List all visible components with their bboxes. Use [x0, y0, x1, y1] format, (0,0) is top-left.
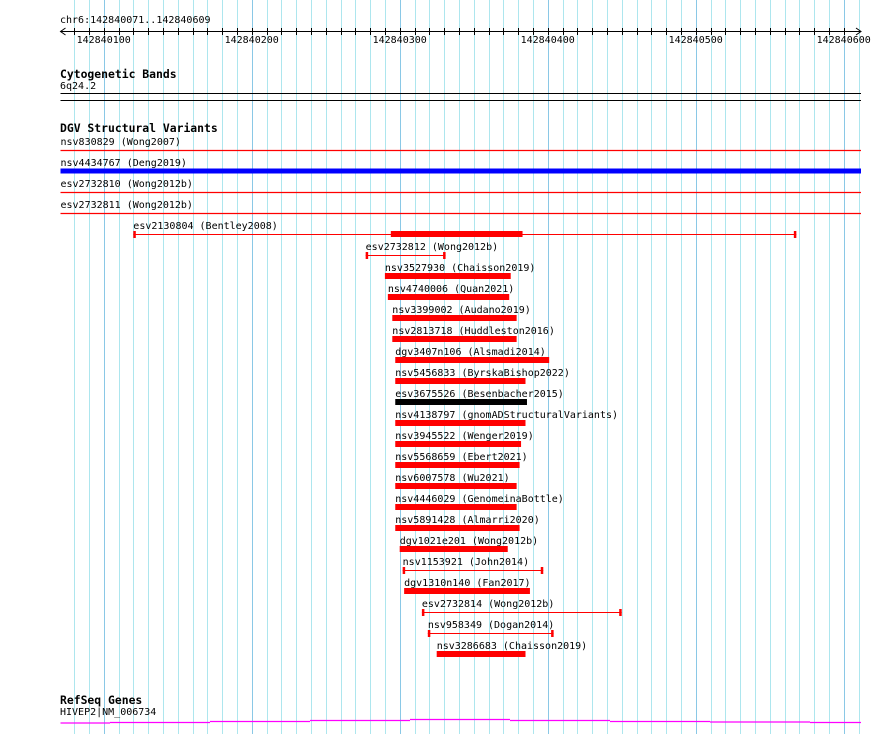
variant-bar: [395, 399, 527, 405]
variant-label[interactable]: nsv3286683 (Chaisson2019): [437, 641, 588, 652]
variant-label[interactable]: esv3675526 (Besenbacher2015): [395, 389, 564, 400]
variant-glyph[interactable]: [404, 588, 530, 594]
variant-bar: [387, 294, 510, 300]
variant-bar: [399, 546, 508, 552]
variant-bar: [392, 336, 517, 342]
variant-start-cap: [427, 630, 431, 637]
variant-end-cap: [619, 609, 622, 616]
variant-thick-part: [390, 231, 523, 237]
variant-label[interactable]: nsv3399002 (Audano2019): [392, 305, 530, 316]
variant-label[interactable]: esv2732812 (Wong2012b): [366, 242, 498, 253]
variant-bar: [395, 441, 522, 447]
variant-glyph[interactable]: [402, 567, 544, 574]
ruler-tick-label: 142840600: [816, 35, 871, 46]
variant-bar: [395, 525, 520, 531]
variant-glyph[interactable]: [392, 315, 517, 321]
variant-label[interactable]: nsv4740006 (Quan2021): [388, 284, 514, 295]
variant-bar: [404, 588, 530, 594]
variant-glyph[interactable]: [387, 294, 510, 300]
variant-label[interactable]: nsv5568659 (Ebert2021): [395, 452, 527, 463]
variant-label[interactable]: nsv5456833 (ByrskaBishop2022): [395, 368, 570, 379]
variant-bar: [395, 462, 520, 468]
variant-end-cap: [793, 231, 797, 238]
variant-label[interactable]: nsv3527930 (Chaisson2019): [385, 263, 536, 274]
variant-glyph[interactable]: [395, 462, 520, 468]
variant-bar: [395, 378, 526, 384]
ruler-tick-label: 142840200: [224, 35, 279, 46]
variant-glyph[interactable]: [395, 420, 526, 426]
genome-browser-view: chr6:142840071..142840609 142840100 14284…: [0, 0, 890, 734]
variant-glyph[interactable]: [395, 399, 527, 405]
variant-start-cap: [365, 252, 369, 259]
variant-glyph[interactable]: [392, 336, 517, 342]
variant-label[interactable]: nsv958349 (Dogan2014): [428, 620, 554, 631]
variant-label[interactable]: esv2130804 (Bentley2008): [133, 221, 278, 232]
variant-label[interactable]: dgv3407n106 (Alsmadi2014): [395, 347, 546, 358]
variant-start-cap: [402, 567, 406, 574]
variant-start-cap: [421, 609, 425, 616]
variant-label[interactable]: esv2732810 (Wong2012b): [61, 179, 193, 190]
variant-glyph[interactable]: [395, 357, 550, 363]
variant-glyph[interactable]: [395, 441, 522, 447]
variant-start-cap: [133, 231, 136, 238]
variant-bar: [395, 420, 526, 426]
variant-bar: [60, 168, 861, 174]
variant-label[interactable]: nsv4446029 (GenomeinaBottle): [395, 494, 564, 505]
variant-label[interactable]: nsv2813718 (Huddleston2016): [392, 326, 555, 337]
ruler[interactable]: [59, 27, 862, 36]
cytoband-track-title: Cytogenetic Bands: [60, 67, 177, 81]
dgv-track-title: DGV Structural Variants: [60, 121, 218, 135]
refseq-gene-label[interactable]: HIVEP2|NM_006734: [60, 707, 156, 718]
ruler-tick-label: 142840500: [668, 35, 723, 46]
variant-glyph[interactable]: [395, 525, 520, 531]
variant-label[interactable]: esv2732811 (Wong2012b): [61, 200, 193, 211]
variant-label[interactable]: esv2732814 (Wong2012b): [422, 599, 554, 610]
variant-label[interactable]: nsv830829 (Wong2007): [61, 137, 181, 148]
variant-bar: [384, 273, 511, 279]
variant-glyph[interactable]: [365, 252, 446, 259]
variant-glyph[interactable]: [399, 546, 508, 552]
variant-label[interactable]: dgv1310n140 (Fan2017): [404, 578, 530, 589]
variant-bar: [395, 504, 517, 510]
variant-end-cap: [551, 630, 554, 637]
ruler-tick-label: 142840300: [372, 35, 427, 46]
variant-label[interactable]: nsv4434767 (Deng2019): [61, 158, 187, 169]
variant-end-cap: [443, 252, 446, 259]
refseq-track-title: RefSeq Genes: [60, 693, 143, 707]
variant-bar: [392, 315, 517, 321]
variant-glyph[interactable]: [395, 504, 517, 510]
variant-bar: [395, 357, 550, 363]
cytoband-label[interactable]: 6q24.2: [60, 81, 96, 92]
variant-glyph[interactable]: [427, 630, 554, 637]
variant-label[interactable]: nsv6007578 (Wu2021): [395, 473, 509, 484]
variant-bar: [436, 651, 526, 657]
ruler-tick-label: 142840400: [520, 35, 575, 46]
variant-bar: [395, 483, 517, 489]
variant-glyph[interactable]: [421, 609, 622, 616]
variant-glyph[interactable]: [395, 483, 517, 489]
location-label: chr6:142840071..142840609: [60, 15, 211, 26]
variant-end-cap: [540, 567, 544, 574]
ruler-tick-label: 142840100: [76, 35, 131, 46]
variant-glyph[interactable]: [384, 273, 511, 279]
variant-label[interactable]: nsv5891428 (Almarri2020): [395, 515, 540, 526]
variant-glyph[interactable]: [60, 168, 862, 174]
variant-label[interactable]: nsv4138797 (gnomADStructuralVariants): [395, 410, 618, 421]
variant-label[interactable]: nsv3945522 (Wenger2019): [395, 431, 533, 442]
variant-label[interactable]: dgv1021e201 (Wong2012b): [400, 536, 538, 547]
variant-label[interactable]: nsv1153921 (John2014): [403, 557, 529, 568]
variant-glyph[interactable]: [395, 378, 526, 384]
variant-glyph[interactable]: [436, 651, 526, 657]
